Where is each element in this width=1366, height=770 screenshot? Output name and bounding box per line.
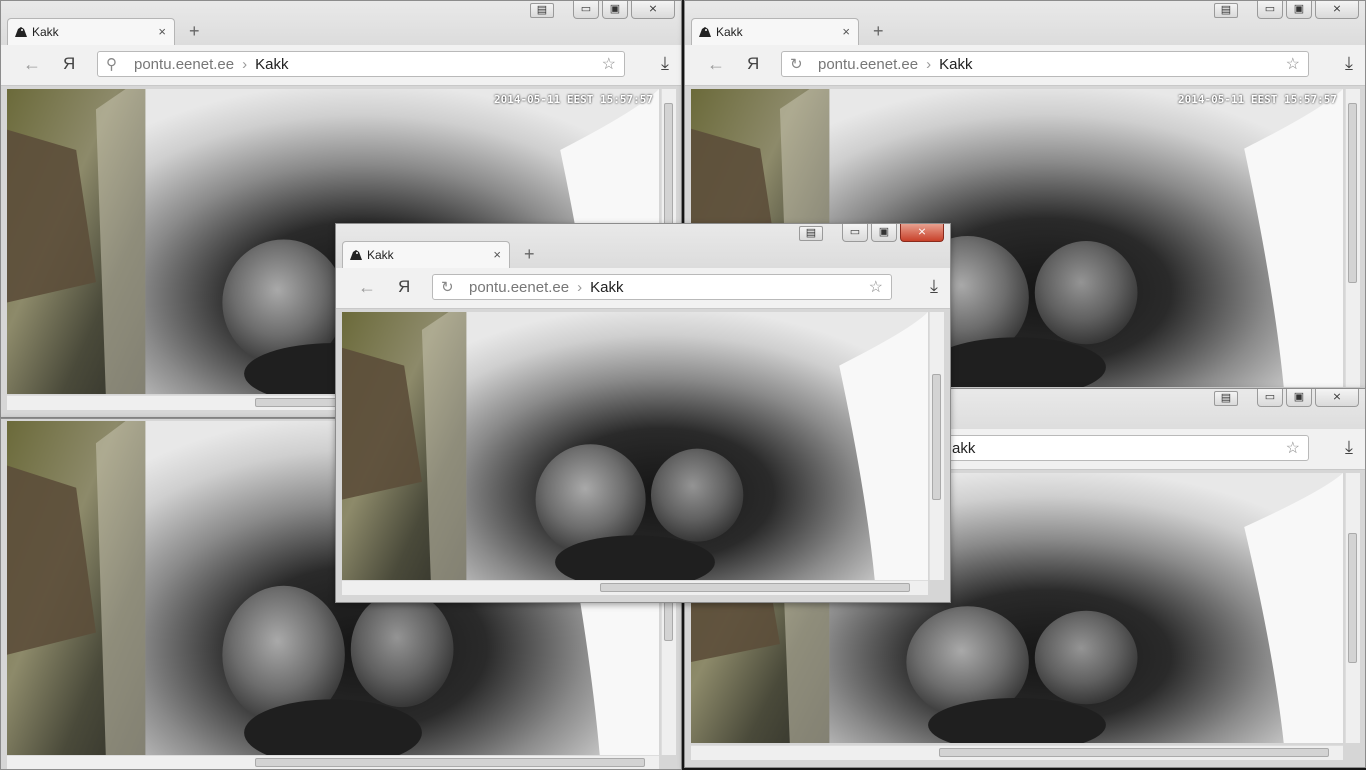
tab-strip: Kakk × + ▤ ▭ ▣ ⨯ — [1, 1, 681, 45]
address-separator: › — [577, 279, 583, 296]
tab-close-icon[interactable]: × — [493, 247, 501, 262]
tab-title: Kakk — [32, 25, 59, 39]
horizontal-scroll-thumb[interactable] — [939, 748, 1329, 757]
tab-kakk[interactable]: Kakk × — [342, 241, 510, 268]
horizontal-scrollbar[interactable] — [691, 745, 1343, 760]
download-icon[interactable]: ⤓ — [661, 53, 669, 74]
menu-icon[interactable]: ▤ — [799, 226, 823, 241]
vertical-scroll-thumb[interactable] — [932, 374, 941, 500]
menu-icon[interactable]: ▤ — [530, 3, 554, 18]
camera-timestamp: 2014-05-11 EEST 15:57:57 — [1178, 93, 1337, 106]
tab-close-icon[interactable]: × — [158, 24, 166, 39]
horizontal-scrollbar[interactable] — [342, 580, 928, 595]
address-page: Kakk — [590, 279, 624, 296]
maximize-icon[interactable]: ▣ — [602, 1, 628, 19]
owl-favicon-icon — [350, 250, 362, 260]
menu-icon[interactable]: ▤ — [1214, 3, 1238, 18]
close-icon[interactable]: ⨯ — [1315, 389, 1359, 407]
address-page: Kakk — [255, 56, 289, 73]
new-tab-button[interactable]: + — [189, 21, 200, 42]
close-icon[interactable]: ⨯ — [1315, 1, 1359, 19]
maximize-icon[interactable]: ▣ — [1286, 389, 1312, 407]
owl-favicon-icon — [15, 27, 27, 37]
yandex-icon[interactable]: Я — [747, 54, 759, 74]
maximize-icon[interactable]: ▣ — [871, 224, 897, 242]
address-separator: › — [242, 56, 248, 73]
tab-close-icon[interactable]: × — [842, 24, 850, 39]
minimize-icon[interactable]: ▭ — [842, 224, 868, 242]
window-controls: ▤ ▭ ▣ ⨯ — [1214, 389, 1359, 409]
address-text: akk — [952, 440, 975, 457]
owl-favicon-icon — [699, 27, 711, 37]
yandex-icon[interactable]: Я — [63, 54, 75, 74]
new-tab-button[interactable]: + — [873, 21, 884, 42]
address-bar[interactable]: ⚲ pontu.eenet.ee › Kakk ☆ — [97, 51, 625, 77]
address-host: pontu.eenet.ee — [469, 279, 570, 296]
minimize-icon[interactable]: ▭ — [573, 1, 599, 19]
close-icon[interactable]: ⨯ — [900, 224, 944, 242]
address-text: pontu.eenet.ee › Kakk — [469, 279, 623, 296]
star-icon[interactable]: ☆ — [869, 277, 883, 297]
tab-strip: Kakk × + ▤ ▭ ▣ ⨯ — [685, 1, 1365, 45]
star-icon[interactable]: ☆ — [1286, 438, 1300, 458]
toolbar: ← Я ↻ pontu.eenet.ee › Kakk ☆ ⤓ — [336, 268, 950, 309]
tab-title: Kakk — [716, 25, 743, 39]
camera-timestamp: 2014-05-11 EEST 15:57:57 — [494, 93, 653, 106]
reload-icon[interactable]: ↻ — [790, 55, 803, 73]
tab-strip: Kakk × + ▤ ▭ ▣ ⨯ — [336, 224, 950, 268]
star-icon[interactable]: ☆ — [602, 54, 616, 74]
back-arrow-icon[interactable]: ← — [707, 54, 725, 75]
star-icon[interactable]: ☆ — [1286, 54, 1300, 74]
new-tab-button[interactable]: + — [524, 244, 535, 265]
camera-image — [342, 312, 928, 580]
minimize-icon[interactable]: ▭ — [1257, 389, 1283, 407]
download-icon[interactable]: ⤓ — [1345, 53, 1353, 74]
tab-title: Kakk — [367, 248, 394, 262]
address-separator: › — [926, 56, 932, 73]
vertical-scrollbar[interactable] — [1345, 89, 1360, 387]
vertical-scrollbar[interactable] — [1345, 473, 1360, 743]
address-text: pontu.eenet.ee › Kakk — [134, 56, 288, 73]
address-text: pontu.eenet.ee › Kakk — [818, 56, 972, 73]
yandex-icon[interactable]: Я — [398, 277, 410, 297]
horizontal-scroll-thumb[interactable] — [600, 583, 910, 592]
tab-kakk[interactable]: Kakk × — [691, 18, 859, 45]
minimize-icon[interactable]: ▭ — [1257, 1, 1283, 19]
tab-kakk[interactable]: Kakk × — [7, 18, 175, 45]
owl-nest-photo — [342, 312, 928, 580]
vertical-scroll-thumb[interactable] — [1348, 103, 1357, 283]
close-icon[interactable]: ⨯ — [631, 1, 675, 19]
window-controls: ▤ ▭ ▣ ⨯ — [1214, 1, 1359, 21]
menu-icon[interactable]: ▤ — [1214, 391, 1238, 406]
browser-window-center: Kakk × + ▤ ▭ ▣ ⨯ ← Я ↻ pontu.eenet.ee › Ka… — [335, 223, 951, 603]
address-page: Kakk — [939, 56, 973, 73]
download-icon[interactable]: ⤓ — [1345, 437, 1353, 458]
horizontal-scroll-thumb[interactable] — [255, 758, 645, 767]
address-host: pontu.eenet.ee — [818, 56, 919, 73]
vertical-scroll-thumb[interactable] — [664, 601, 673, 641]
address-host: pontu.eenet.ee — [134, 56, 235, 73]
toolbar: ← Я ⚲ pontu.eenet.ee › Kakk ☆ ⤓ — [1, 45, 681, 86]
reload-icon[interactable]: ↻ — [441, 278, 454, 296]
vertical-scrollbar[interactable] — [929, 312, 944, 580]
window-controls: ▤ ▭ ▣ ⨯ — [799, 224, 944, 244]
back-arrow-icon[interactable]: ← — [358, 277, 376, 298]
window-controls: ▤ ▭ ▣ ⨯ — [530, 1, 675, 21]
download-icon[interactable]: ⤓ — [930, 276, 938, 297]
search-icon: ⚲ — [106, 56, 117, 73]
vertical-scroll-thumb[interactable] — [1348, 533, 1357, 663]
back-arrow-icon[interactable]: ← — [23, 54, 41, 75]
address-page: akk — [952, 440, 976, 457]
address-bar[interactable]: ↻ pontu.eenet.ee › Kakk ☆ — [781, 51, 1309, 77]
address-bar[interactable]: ↻ pontu.eenet.ee › Kakk ☆ — [432, 274, 892, 300]
toolbar: ← Я ↻ pontu.eenet.ee › Kakk ☆ ⤓ — [685, 45, 1365, 86]
maximize-icon[interactable]: ▣ — [1286, 1, 1312, 19]
